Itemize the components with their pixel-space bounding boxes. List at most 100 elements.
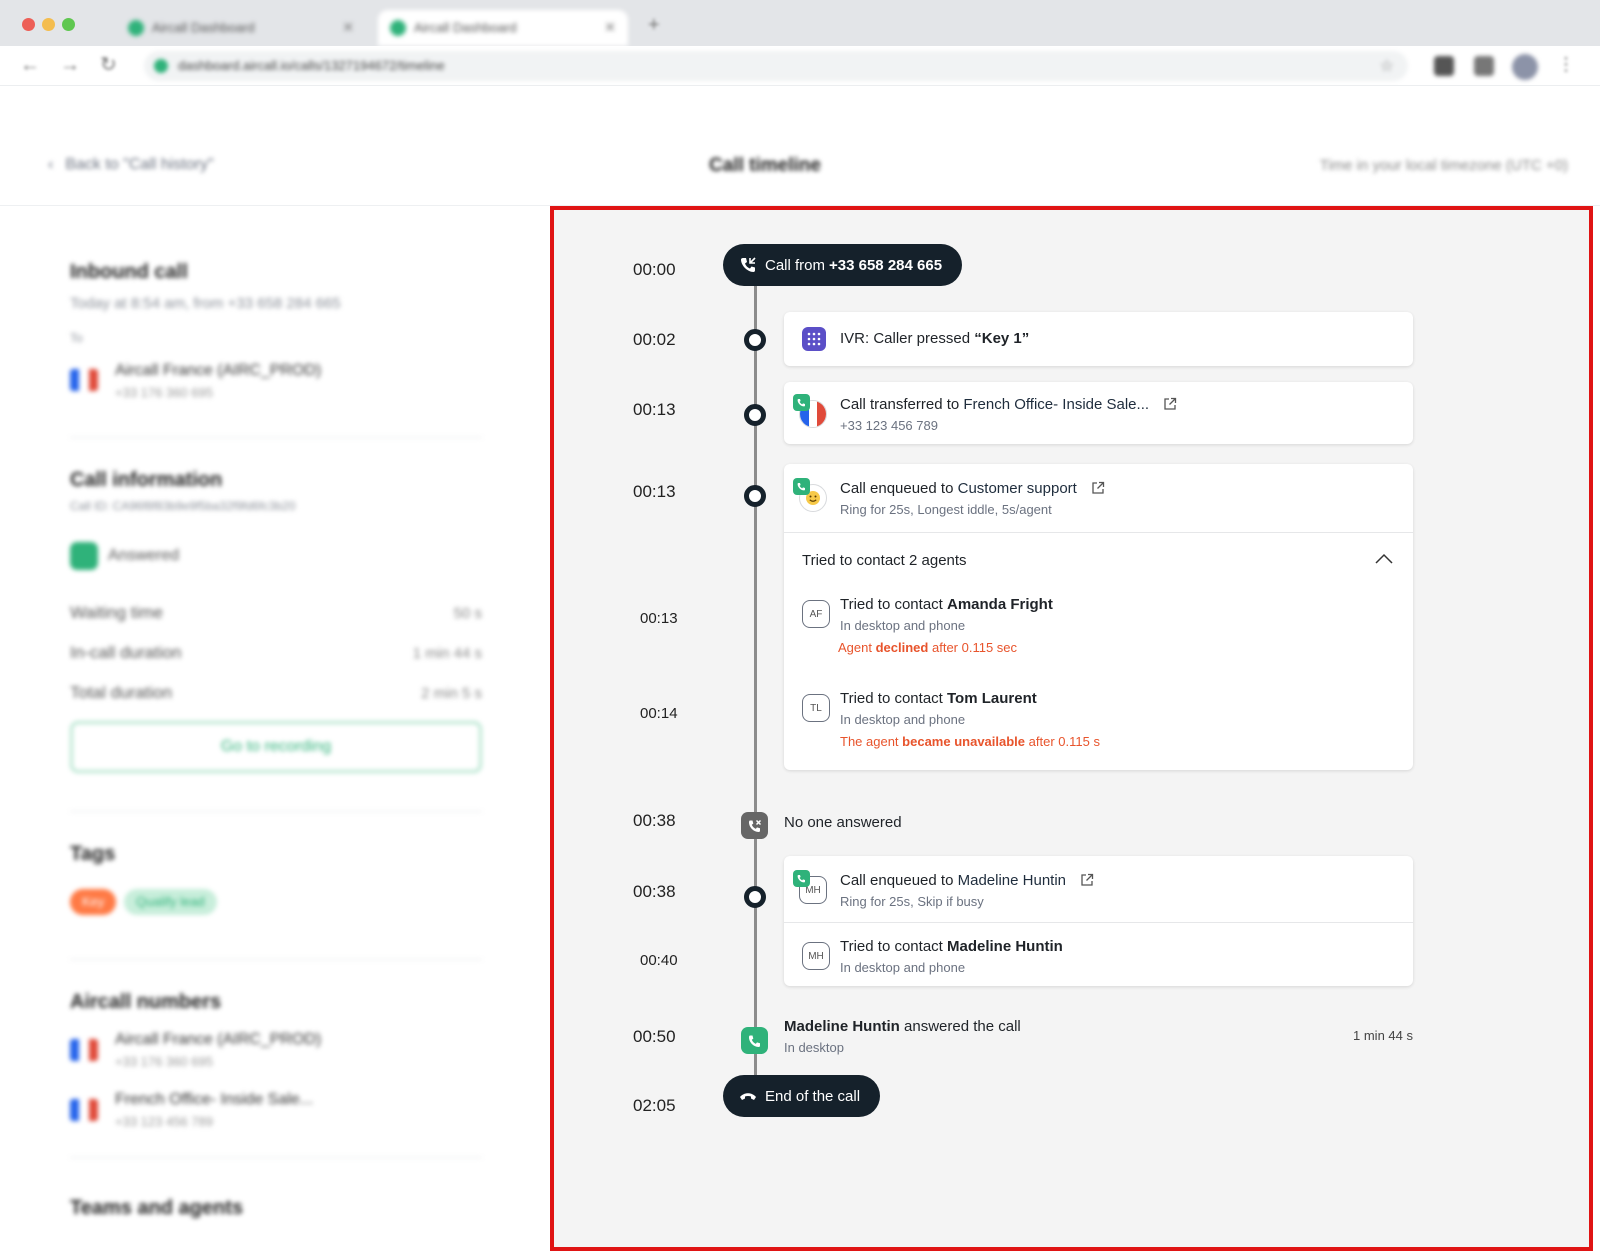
chevron-up-icon[interactable] <box>1375 552 1393 570</box>
address-bar[interactable]: dashboard.aircall.io/calls/1327194672/ti… <box>144 51 1408 81</box>
agent-attempt-title: Tried to contact Tom Laurent <box>840 690 1037 707</box>
aircall-favicon-icon <box>128 20 144 36</box>
in-call-duration-value: 1 min 44 s <box>412 645 482 662</box>
browser-tab-active[interactable]: Aircall Dashboard ✕ <box>378 10 628 46</box>
agent-status-before: The agent <box>840 734 899 749</box>
address-url: dashboard.aircall.io/calls/1327194672/ti… <box>178 58 445 73</box>
call-end-pill: End of the call <box>723 1075 881 1117</box>
window-maximize-button[interactable] <box>62 18 75 31</box>
window-minimize-button[interactable] <box>42 18 55 31</box>
ivr-key: “Key 1” <box>974 330 1030 347</box>
page-title: Call timeline <box>709 155 821 176</box>
call-status: Answered <box>108 547 180 564</box>
aircall-number-name[interactable]: Aircall France (AIRC_PROD) <box>115 1031 321 1049</box>
agent-queue-icon: MH <box>793 870 827 904</box>
tab-close-icon[interactable]: ✕ <box>604 19 616 36</box>
back-arrow-icon[interactable]: ← <box>20 54 40 76</box>
agent-initials-avatar: AF <box>802 600 830 628</box>
aircall-number-name-text: Aircall France (AIRC_PROD) <box>115 1031 322 1048</box>
aircall-numbers-heading: Aircall numbers <box>70 991 222 1013</box>
aircall-number-name[interactable]: French Office- Inside Sale... <box>115 1091 313 1109</box>
tried-summary-count: 2 agents <box>909 552 967 569</box>
divider <box>70 959 482 960</box>
ivr-event-card: IVR: Caller pressed “Key 1” <box>784 312 1413 366</box>
timeline-rail <box>754 274 757 1094</box>
new-tab-icon[interactable]: + <box>648 14 660 37</box>
agent-status: Agent declined after 0.115 sec <box>838 640 1017 655</box>
in-call-duration-label: In-call duration <box>70 643 182 662</box>
tag-label: Key <box>82 894 105 909</box>
answered-phone-icon <box>741 1027 768 1054</box>
missed-call-icon <box>741 812 768 839</box>
external-link-icon[interactable] <box>1163 397 1177 415</box>
transfer-prefix: Call transferred to <box>840 396 960 413</box>
browser-tab-inactive[interactable]: Aircall Dashboard ✕ <box>116 10 366 46</box>
call-details-panel: Inbound call Today at 8:54 am, from +33 … <box>0 207 550 1257</box>
card-divider <box>784 922 1413 923</box>
transfer-target-link[interactable]: French Office- Inside Sale... <box>963 396 1149 413</box>
external-link-icon[interactable] <box>1091 481 1105 499</box>
timeline-node <box>744 485 766 507</box>
tried-agents-toggle[interactable]: Tried to contact 2 agents <box>784 532 1413 588</box>
phone-badge-icon <box>793 478 810 495</box>
agent-attempt-title: Tried to contact Amanda Fright <box>840 596 1053 613</box>
go-to-recording-button[interactable]: Go to recording <box>70 721 482 773</box>
recording-label: Go to recording <box>220 738 332 755</box>
tag-label: Qualify lead <box>136 894 205 909</box>
browser-menu-icon[interactable]: ⋮ <box>1557 54 1575 75</box>
answered-phone-icon <box>70 542 98 570</box>
ivr-keypad-icon <box>802 327 826 351</box>
agent-name: Amanda Fright <box>947 596 1053 613</box>
site-info-icon[interactable] <box>154 59 168 73</box>
agent-initials-avatar: MH <box>802 942 830 970</box>
queue-rules: Ring for 25s, Longest iddle, 5s/agent <box>840 502 1052 517</box>
to-line-number: +33 176 360 695 <box>115 385 213 400</box>
call-timeline-panel: 00:00 Call from +33 658 284 665 00:02 IVR… <box>550 206 1593 1251</box>
agent-device: In desktop and phone <box>840 618 966 633</box>
call-id: Call ID: CA96f8f83b9e9f5ba32f9fd6fc3b20 <box>70 499 296 513</box>
browser-tab-bar: Aircall Dashboard ✕ Aircall Dashboard ✕ … <box>0 0 1600 46</box>
to-line-name-text: Aircall France (AIRC_PROD) <box>115 362 322 379</box>
ivr-event-title: IVR: Caller pressed “Key 1” <box>840 330 1029 347</box>
tried-summary: Tried to contact 2 agents <box>802 552 967 569</box>
agent-attempt-title: Tried to contact Madeline Huntin <box>840 938 1063 955</box>
divider <box>70 437 482 438</box>
agent-status: The agent became unavailable after 0.115… <box>840 734 1100 749</box>
hang-up-icon <box>739 1087 757 1105</box>
end-of-call-text: End of the call <box>765 1087 861 1105</box>
to-line-name[interactable]: Aircall France (AIRC_PROD) <box>115 362 321 380</box>
tried-summary-prefix: Tried to contact <box>802 552 905 569</box>
bookmark-star-icon[interactable]: ☆ <box>1380 56 1394 76</box>
tags-heading: Tags <box>70 843 116 865</box>
extension-puzzle-icon[interactable] <box>1434 56 1454 76</box>
no-answer-text: No one answered <box>784 814 902 831</box>
side-panel-icon[interactable] <box>1474 56 1494 76</box>
agent-device: In desktop and phone <box>840 960 966 975</box>
event-time: 00:13 <box>633 400 676 419</box>
tab-close-icon[interactable]: ✕ <box>342 19 354 36</box>
reload-icon[interactable]: ↻ <box>100 54 117 76</box>
external-link-icon[interactable] <box>1080 873 1094 891</box>
transfer-number: +33 123 456 789 <box>840 418 938 433</box>
window-close-button[interactable] <box>22 18 35 31</box>
tag-chip: Key <box>70 889 117 915</box>
profile-avatar[interactable] <box>1512 54 1538 80</box>
aircall-number-value: +33 123 456 789 <box>115 1114 213 1129</box>
queue-agent-link[interactable]: Madeline Huntin <box>958 872 1066 889</box>
forward-arrow-icon[interactable]: → <box>60 54 80 76</box>
answered-device: In desktop <box>784 1040 844 1055</box>
transfer-event-title: Call transferred to French Office- Insid… <box>840 396 1177 415</box>
total-duration-label: Total duration <box>70 683 173 702</box>
call-from-prefix: Call from <box>765 256 826 274</box>
team-queue-icon <box>793 478 827 512</box>
transfer-event-card: Call transferred to French Office- Insid… <box>784 382 1413 444</box>
queue-agent-card: MH Call enqueued to Madeline Huntin Ring… <box>784 856 1413 986</box>
queue-target-link[interactable]: Customer support <box>958 480 1077 497</box>
france-flag-icon <box>70 369 98 391</box>
queue-prefix: Call enqueued to <box>840 480 954 497</box>
agent-status-after: after 0.115 sec <box>931 640 1018 655</box>
call-start-pill: Call from +33 658 284 665 <box>723 244 963 286</box>
queue-prefix: Call enqueued to <box>840 872 954 889</box>
app-header: ‹ Back to "Call history" Call timeline Ti… <box>0 126 1600 206</box>
agent-status-after: after 0.115 s <box>1028 734 1100 749</box>
